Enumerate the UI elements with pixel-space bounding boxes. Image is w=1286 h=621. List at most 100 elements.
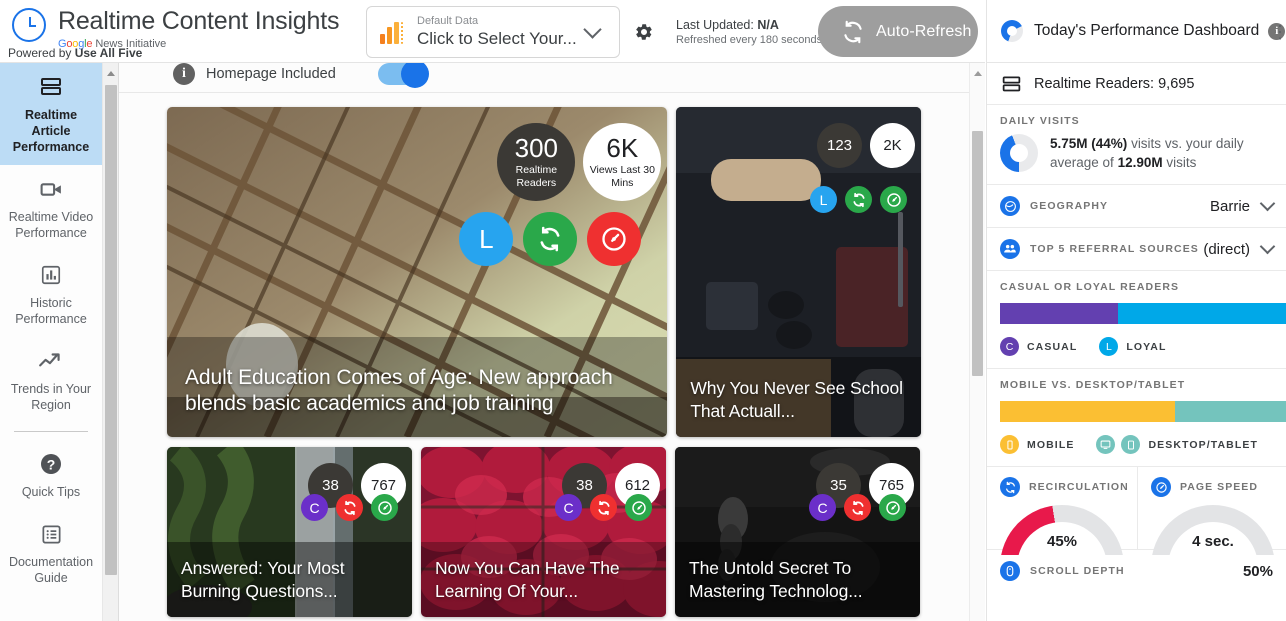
last-updated-label: Last Updated: — [676, 18, 754, 32]
cards-container: 300 Realtime Readers 6K Views Last 30 Mi… — [119, 107, 969, 617]
sidebar-item-realtime-article-performance[interactable]: Realtime Article Performance — [0, 63, 102, 165]
casual-pill[interactable]: C — [301, 494, 328, 521]
device-mix-bar — [987, 401, 1286, 422]
page-speed-pill[interactable] — [625, 494, 652, 521]
recirculation-pill[interactable] — [845, 186, 872, 213]
sidebar-item-quick-tips[interactable]: ? Quick Tips — [0, 440, 102, 510]
powered-name: Use All Five — [74, 46, 143, 60]
page-speed-pill[interactable] — [879, 494, 906, 521]
document-list-icon — [4, 522, 98, 546]
homepage-included-row: i Homepage Included — [119, 63, 969, 93]
referral-sources-row[interactable]: TOP 5 REFERRAL SOURCES (direct) — [987, 228, 1286, 271]
main-scrollbar[interactable] — [969, 63, 985, 621]
speed-icon — [377, 500, 392, 515]
page-speed-pill[interactable] — [371, 494, 398, 521]
globe-icon — [1000, 196, 1020, 216]
dashboard-title: Today's Performance Dashboard — [1034, 22, 1260, 39]
recirculation-pill[interactable] — [336, 494, 363, 521]
daily-visits-end: visits — [1166, 155, 1197, 170]
loyal-pill[interactable]: L — [810, 186, 837, 213]
dashboard-header: Today's Performance Dashboard i ⋮ — [987, 0, 1286, 63]
daily-visits-section: DAILY VISITS 5.75M (44%) visits vs. your… — [987, 105, 1286, 185]
chevron-down-icon[interactable] — [1259, 238, 1276, 255]
page-speed-pill[interactable] — [587, 212, 642, 266]
sidebar-scrollbar[interactable] — [103, 63, 119, 621]
page-speed-pill[interactable] — [880, 186, 907, 213]
badge-value: 2K — [883, 137, 902, 154]
powered-by: Powered by Use All Five — [8, 46, 142, 60]
clock-logo-icon — [12, 8, 46, 42]
app-title: Realtime Content Insights — [58, 7, 340, 35]
chevron-down-icon[interactable] — [1259, 195, 1276, 212]
geography-value: Barrie — [1209, 197, 1250, 215]
sidebar-item-documentation-guide[interactable]: Documentation Guide — [0, 510, 102, 596]
recirculation-pill[interactable] — [523, 212, 578, 266]
people-icon — [1000, 239, 1020, 259]
badge-label: Views Last 30 Mins — [589, 164, 655, 189]
article-card[interactable]: 35 765 C The Untold Secret To Mastering … — [675, 447, 920, 617]
sidebar-item-realtime-video-performance[interactable]: Realtime Video Performance — [0, 165, 102, 251]
realtime-readers-badge: 123 — [817, 123, 862, 168]
loyal-pill[interactable]: L — [459, 212, 514, 266]
recirculation-pill[interactable] — [590, 494, 617, 521]
scroll-up-arrow-icon[interactable] — [107, 71, 115, 76]
page-speed-kicker: PAGE SPEED — [1180, 481, 1258, 493]
mouse-icon — [1000, 561, 1020, 581]
overflow-menu-icon[interactable]: ⋮ — [1271, 22, 1286, 43]
recirculation-gauge: RECIRCULATION 45% — [987, 467, 1137, 555]
views-badge: 6K Views Last 30 Mins — [583, 123, 662, 201]
chevron-down-icon — [583, 20, 602, 39]
scrollbar-thumb[interactable] — [972, 131, 983, 376]
data-source-value: Click to Select Your... — [417, 28, 577, 48]
sidebar-item-label: Realtime Article Performance — [12, 108, 90, 154]
card-badges: 123 2K — [817, 123, 915, 168]
sync-icon — [840, 19, 866, 45]
auto-refresh-label: Auto-Refresh — [876, 22, 972, 40]
sidebar-item-label: Realtime Video Performance — [8, 210, 94, 240]
scrollbar-thumb[interactable] — [105, 85, 117, 575]
desktop-bar-segment — [1175, 401, 1286, 422]
casual-pill[interactable]: C — [555, 494, 582, 521]
scroll-up-arrow-icon[interactable] — [974, 71, 982, 76]
casual-dot-icon: C — [1000, 337, 1019, 356]
sidebar-item-label: Historic Performance — [15, 296, 87, 326]
homepage-included-toggle[interactable] — [377, 63, 429, 88]
gear-icon[interactable] — [634, 22, 654, 42]
daily-visits-average: 12.90M — [1117, 155, 1163, 170]
badge-value: 6K — [606, 133, 639, 163]
casual-pill[interactable]: C — [809, 494, 836, 521]
article-card[interactable]: 123 2K L Why You Never See School That A… — [676, 107, 921, 437]
views-badge: 2K — [870, 123, 915, 168]
sidebar-item-historic-performance[interactable]: Historic Performance — [0, 251, 102, 337]
article-card[interactable]: 300 Realtime Readers 6K Views Last 30 Mi… — [167, 107, 668, 437]
sidebar-item-trends-in-your-region[interactable]: Trends in Your Region — [0, 337, 102, 423]
data-source-select[interactable]: Default Data Click to Select Your... — [366, 6, 620, 58]
badge-value: 35 — [830, 477, 847, 494]
trend-line-icon — [4, 349, 98, 373]
sidebar-divider — [14, 431, 88, 432]
geography-row[interactable]: GEOGRAPHY Barrie — [987, 185, 1286, 228]
sync-icon — [597, 500, 610, 515]
article-card[interactable]: 38 767 C Answered: Your Most Burning Que… — [167, 447, 412, 617]
svg-text:?: ? — [47, 457, 56, 473]
card-badges: 300 Realtime Readers 6K Views Last 30 Mi… — [497, 123, 662, 201]
speed-icon — [886, 192, 901, 207]
auto-refresh-button[interactable]: Auto-Refresh — [818, 6, 978, 57]
desktop-monitor-icon — [1096, 435, 1116, 454]
page-speed-gauge: PAGE SPEED 4 sec. — [1137, 467, 1286, 555]
badge-label: Realtime Readers — [515, 164, 558, 189]
info-icon[interactable]: i — [173, 63, 195, 85]
card-title: Now You Can Have The Learning Of Your... — [435, 558, 620, 601]
recirculation-value: 45% — [1046, 533, 1078, 550]
card-title: Answered: Your Most Burning Questions... — [181, 558, 345, 601]
badge-value: 38 — [576, 477, 593, 494]
mobile-phone-icon — [1000, 435, 1019, 454]
badge-value: 767 — [370, 477, 397, 494]
realtime-readers-row: Realtime Readers: 9,695 — [987, 63, 1286, 105]
refresh-note: Refreshed every 180 seconds — [676, 34, 823, 46]
speed-icon — [885, 500, 900, 515]
article-card[interactable]: 38 612 C Now You Can Have The Learning O… — [421, 447, 666, 617]
recirculation-pill[interactable] — [844, 494, 871, 521]
device-mix-legend: MOBILE DESKTOP/TABLET — [1000, 435, 1273, 454]
card-pills: L — [810, 186, 907, 213]
